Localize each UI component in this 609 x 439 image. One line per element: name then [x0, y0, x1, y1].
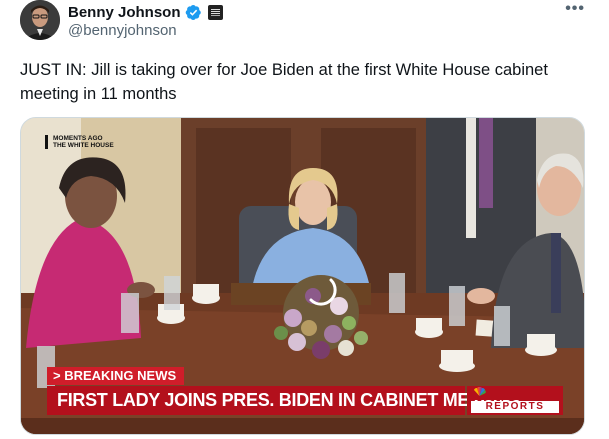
- moments-ago-bug: MOMENTS AGO THE WHITE HOUSE: [45, 135, 114, 149]
- tweet: Benny Johnson @bennyjohnson ••• JUST IN:…: [0, 0, 609, 439]
- author-display-name[interactable]: Benny Johnson: [68, 4, 181, 21]
- news-chyron: FIRST LADY JOINS PRES. BIDEN IN CABINET …: [47, 386, 523, 415]
- verified-badge-icon: [185, 4, 201, 20]
- bug-line-1: MOMENTS AGO: [53, 135, 103, 142]
- more-options-button[interactable]: •••: [565, 0, 585, 18]
- avatar[interactable]: [20, 0, 60, 40]
- breaking-news-label: > BREAKING NEWS: [47, 367, 185, 385]
- tweet-video[interactable]: MOMENTS AGO THE WHITE HOUSE > BREAKING N…: [20, 117, 585, 435]
- network-sub-label: REPORTS: [471, 401, 559, 413]
- peacock-icon: [474, 387, 486, 396]
- author-name-row: Benny Johnson: [68, 2, 223, 22]
- author-handle[interactable]: @bennyjohnson: [68, 22, 177, 39]
- avatar-image: [20, 0, 60, 40]
- tweet-text: JUST IN: Jill is taking over for Joe Bid…: [20, 61, 548, 103]
- bug-line-2: THE WHITE HOUSE: [53, 142, 114, 149]
- network-logo: MSNBC REPORTS: [467, 386, 563, 415]
- affiliate-badge-icon[interactable]: [207, 4, 223, 20]
